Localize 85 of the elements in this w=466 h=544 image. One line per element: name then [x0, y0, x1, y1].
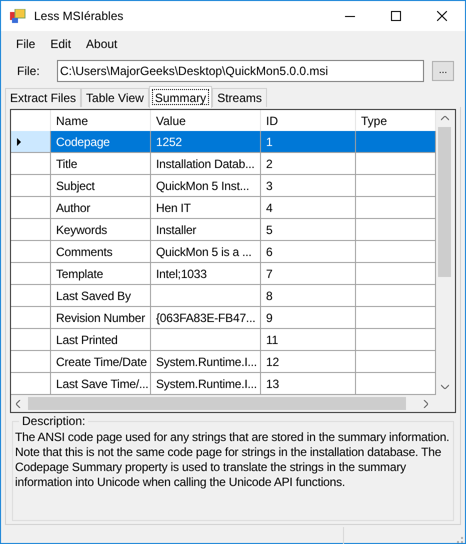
row-header[interactable]: [11, 197, 51, 219]
table-cell: 13: [261, 373, 356, 395]
scrollbar-thumb[interactable]: [28, 397, 406, 410]
table-cell: 8: [261, 285, 356, 307]
tab[interactable]: Streams: [212, 88, 267, 107]
table-row[interactable]: Last Save Time/... System.Runtime.I... 13: [11, 373, 436, 395]
table-row[interactable]: Keywords Installer 5: [11, 219, 436, 241]
tab[interactable]: Table View: [81, 88, 149, 107]
table-cell: 3: [261, 175, 356, 197]
scroll-down-icon[interactable]: [440, 384, 448, 389]
table-cell: Last Printed: [51, 329, 151, 351]
table-cell: 1252: [151, 131, 261, 153]
column-header[interactable]: Name: [51, 110, 151, 131]
table-row[interactable]: Revision Number {063FA83E-FB47... 9: [11, 307, 436, 329]
table-cell: Last Save Time/...: [51, 373, 151, 395]
table-row[interactable]: Comments QuickMon 5 is a ... 6: [11, 241, 436, 263]
description-text: The ANSI code page used for any strings that are stored in the summary information. Note that this is not the same code page for strings in the installation database. The Codepage Summary property is used to translate the strings in the summary information into Unicode when calling the Unicode API functions.: [15, 430, 450, 490]
table-cell: Codepage: [51, 131, 151, 153]
table-cell: 2: [261, 153, 356, 175]
row-header[interactable]: [11, 329, 51, 351]
window-title: Less MSIérables: [34, 8, 124, 25]
table-cell: 6: [261, 241, 356, 263]
close-icon: [437, 11, 447, 21]
table-cell: 12: [261, 351, 356, 373]
table-cell: QuickMon 5 is a ...: [151, 241, 261, 263]
table-cell: Comments: [51, 241, 151, 263]
table-cell: System.Runtime.I...: [151, 373, 261, 395]
current-row-icon: [17, 138, 21, 146]
table-cell: Template: [51, 263, 151, 285]
table-cell: 1: [261, 131, 356, 153]
table-row[interactable]: Create Time/Date System.Runtime.I... 12: [11, 351, 436, 373]
table-cell: Keywords: [51, 219, 151, 241]
table-cell: 9: [261, 307, 356, 329]
table-cell: Title: [51, 153, 151, 175]
row-header[interactable]: [11, 153, 51, 175]
table-row[interactable]: Author Hen IT 4: [11, 197, 436, 219]
scroll-right-icon[interactable]: [423, 400, 428, 408]
menu-item[interactable]: About: [79, 34, 124, 54]
table-row[interactable]: Codepage 1252 1: [11, 131, 436, 153]
description-label: Description:: [19, 413, 88, 429]
app-icon: [10, 9, 26, 23]
table-cell: Subject: [51, 175, 151, 197]
browse-button[interactable]: ...: [432, 61, 454, 81]
table-cell: {063FA83E-FB47...: [151, 307, 261, 329]
table-cell: Last Saved By: [51, 285, 151, 307]
table-cell: QuickMon 5 Inst...: [151, 175, 261, 197]
table-row[interactable]: Last Saved By 8: [11, 285, 436, 307]
table-cell: Author: [51, 197, 151, 219]
file-path-field[interactable]: C:\Users\MajorGeeks\Desktop\QuickMon5.0.0.msi: [57, 60, 424, 82]
table-cell: 7: [261, 263, 356, 285]
table-row[interactable]: Subject QuickMon 5 Inst... 3: [11, 175, 436, 197]
tab[interactable]: Extract Files: [5, 88, 82, 107]
column-header[interactable]: ID: [261, 110, 356, 131]
menu-item[interactable]: Edit: [43, 34, 78, 54]
row-header[interactable]: [11, 307, 51, 329]
scroll-up-icon[interactable]: [440, 116, 448, 121]
row-header[interactable]: [11, 219, 51, 241]
table-cell: System.Runtime.I...: [151, 351, 261, 373]
tab[interactable]: Summary: [148, 86, 212, 108]
row-header[interactable]: [11, 285, 51, 307]
table-cell: Hen IT: [151, 197, 261, 219]
table-cell: 4: [261, 197, 356, 219]
file-label: File:: [17, 63, 41, 80]
column-header[interactable]: Value: [151, 110, 261, 131]
row-header[interactable]: [11, 351, 51, 373]
row-header[interactable]: [11, 131, 51, 153]
table-cell: 5: [261, 219, 356, 241]
table-row[interactable]: Last Printed 11: [11, 329, 436, 351]
table-cell: Installer: [151, 219, 261, 241]
table-cell: Revision Number: [51, 307, 151, 329]
table-row[interactable]: Template Intel;1033 7: [11, 263, 436, 285]
maximize-icon: [391, 11, 401, 21]
column-header[interactable]: Type: [356, 110, 436, 131]
table-cell: 11: [261, 329, 356, 351]
table-cell: Create Time/Date: [51, 351, 151, 373]
table-row[interactable]: Title Installation Datab... 2: [11, 153, 436, 175]
table-cell: Installation Datab...: [151, 153, 261, 175]
menu-item[interactable]: File: [9, 34, 42, 54]
row-header[interactable]: [11, 175, 51, 197]
scrollbar-thumb[interactable]: [438, 127, 451, 277]
row-header[interactable]: [11, 263, 51, 285]
row-header[interactable]: [11, 241, 51, 263]
table-cell: Intel;1033: [151, 263, 261, 285]
row-header[interactable]: [11, 373, 51, 395]
scroll-left-icon[interactable]: [16, 400, 21, 408]
